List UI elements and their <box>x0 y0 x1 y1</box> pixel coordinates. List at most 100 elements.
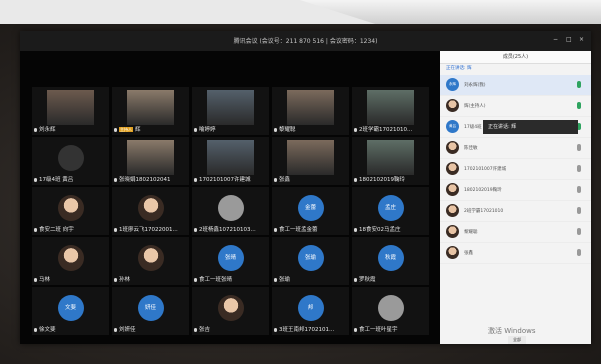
microphone-icon <box>114 327 117 332</box>
video-tile[interactable]: 喻婷婷 <box>192 87 269 135</box>
video-tile[interactable]: 孙林 <box>112 237 189 285</box>
participant-label: 刘永辉 <box>34 125 107 133</box>
video-tile[interactable]: 张吉 <box>192 287 269 335</box>
microphone-icon <box>194 227 197 232</box>
video-tile[interactable]: 妍佳 刘妍佳 <box>112 287 189 335</box>
participant-label: 2班杨鑫107210103... <box>194 225 267 233</box>
video-grid: 刘永辉 主持人辉 喻婷婷 黎耀聪 2班学霸17021010... 17级4班 黄吕 张晓娟1… <box>32 87 440 337</box>
video-tile[interactable]: 刘永辉 <box>32 87 109 135</box>
member-mic-icon[interactable] <box>577 165 581 172</box>
member-row[interactable]: 2班学霸17021010 <box>440 201 591 222</box>
member-row[interactable]: 张鑫 <box>440 243 591 264</box>
participant-label: 罗秋霞 <box>354 275 427 283</box>
member-row[interactable]: 永辉 刘永辉(我) <box>440 75 591 96</box>
microphone-icon <box>194 327 197 332</box>
participant-avatar: 秋霞 <box>377 244 404 271</box>
taskbar-button[interactable]: 全部 <box>508 336 526 344</box>
members-sidebar: 成员(25人) 正在讲话: 辉 永辉 刘永辉(我) 辉(主持人) 黄吕 17级4班 黄吕… <box>440 51 591 344</box>
camera-feed <box>367 140 414 175</box>
participant-name: 18食安02马孟庄 <box>359 227 401 233</box>
participant-avatar <box>57 194 84 221</box>
meeting-window: 腾讯会议 (会议号：211 870 516 | 会议密码：1234) − □ ×… <box>20 31 591 344</box>
participant-label: 17级4班 黄吕 <box>34 175 107 183</box>
participant-avatar <box>377 294 404 321</box>
member-avatar: 黄吕 <box>446 120 459 133</box>
participant-avatar: 妍佳 <box>137 294 164 321</box>
members-list: 永辉 刘永辉(我) 辉(主持人) 黄吕 17级4班 黄吕 陈佳敏 1702101007许建城… <box>440 75 591 264</box>
video-tile[interactable]: 邦 3班王南邦1702101... <box>272 287 349 335</box>
participant-name: 张瑜 <box>279 277 291 283</box>
participant-name: 3班王南邦1702101... <box>279 327 335 333</box>
member-mic-icon[interactable] <box>577 228 581 235</box>
member-mic-icon[interactable] <box>577 249 581 256</box>
member-mic-icon[interactable] <box>577 144 581 151</box>
microphone-icon <box>34 127 37 132</box>
participant-avatar <box>137 244 164 271</box>
video-tile[interactable]: 1802102019鞠玲 <box>352 137 429 185</box>
participant-name: 张晓娟1802102041 <box>119 177 171 183</box>
video-tile[interactable]: 食工一班叶星宇 <box>352 287 429 335</box>
participant-name: 1班廖云飞17022001... <box>119 227 178 233</box>
participant-label: 1802102019鞠玲 <box>354 175 427 183</box>
participant-label: 徐文斐 <box>34 325 107 333</box>
member-name: 黎耀聪 <box>464 230 478 235</box>
participant-avatar <box>57 244 84 271</box>
taskbar: 激活 Windows 全部 <box>438 327 588 346</box>
video-tile[interactable]: 食安二班 向宇 <box>32 187 109 235</box>
member-mic-icon[interactable] <box>577 186 581 193</box>
microphone-icon <box>114 277 117 282</box>
video-tile[interactable]: 主持人辉 <box>112 87 189 135</box>
video-tile[interactable]: 马林 <box>32 237 109 285</box>
participant-label: 18食安02马孟庄 <box>354 225 427 233</box>
member-row[interactable]: 辉(主持人) <box>440 96 591 117</box>
microphone-icon <box>34 277 37 282</box>
member-name: 刘永辉(我) <box>464 83 486 88</box>
video-tile[interactable]: 张瑜 张瑜 <box>272 237 349 285</box>
close-button[interactable]: × <box>579 36 584 43</box>
participant-avatar <box>217 194 244 221</box>
video-tile[interactable]: 张鑫 <box>272 137 349 185</box>
participant-label: 1班廖云飞17022001... <box>114 225 187 233</box>
video-tile[interactable]: 张晓娟1802102041 <box>112 137 189 185</box>
minimize-button[interactable]: − <box>553 36 558 43</box>
member-row[interactable]: 1702101007许建城 <box>440 159 591 180</box>
video-tile[interactable]: 2班学霸17021010... <box>352 87 429 135</box>
microphone-icon <box>34 227 37 232</box>
participant-name: 罗秋霞 <box>359 277 376 283</box>
camera-feed <box>207 140 254 175</box>
member-row[interactable]: 陈佳敏 <box>440 138 591 159</box>
participant-label: 食工一班张晴 <box>194 275 267 283</box>
video-tile[interactable]: 金蕾 食工一班孟金蕾 <box>272 187 349 235</box>
video-area: 刘永辉 主持人辉 喻婷婷 黎耀聪 2班学霸17021010... 17级4班 黄吕 张晓娟1… <box>20 51 440 344</box>
microphone-icon <box>274 327 277 332</box>
microphone-icon <box>354 277 357 282</box>
camera-feed <box>287 90 334 125</box>
participant-avatar: 张晴 <box>217 244 244 271</box>
participant-avatar: 文斐 <box>57 294 84 321</box>
participant-name: 食工一班孟金蕾 <box>279 227 318 233</box>
maximize-button[interactable]: □ <box>566 36 572 43</box>
member-avatar <box>446 183 459 196</box>
member-row[interactable]: 黎耀聪 <box>440 222 591 243</box>
video-tile[interactable]: 1702101007许建城 <box>192 137 269 185</box>
member-name: 辉(主持人) <box>464 104 486 109</box>
member-name: 1802102019鞠玲 <box>464 188 502 193</box>
member-mic-icon[interactable] <box>577 207 581 214</box>
participant-name: 食安二班 向宇 <box>39 227 74 233</box>
participant-label: 张吉 <box>194 325 267 333</box>
video-tile[interactable]: 秋霞 罗秋霞 <box>352 237 429 285</box>
participant-label: 刘妍佳 <box>114 325 187 333</box>
video-tile[interactable]: 孟庄 18食安02马孟庄 <box>352 187 429 235</box>
video-tile[interactable]: 文斐 徐文斐 <box>32 287 109 335</box>
participant-name: 食工一班张晴 <box>199 277 233 283</box>
video-tile[interactable]: 2班杨鑫107210103... <box>192 187 269 235</box>
member-mic-icon[interactable] <box>577 81 581 88</box>
member-mic-icon[interactable] <box>577 102 581 109</box>
video-tile[interactable]: 张晴食工一班张晴 <box>192 237 269 285</box>
member-row[interactable]: 1802102019鞠玲 <box>440 180 591 201</box>
video-tile[interactable]: 1班廖云飞17022001... <box>112 187 189 235</box>
video-tile[interactable]: 黎耀聪 <box>272 87 349 135</box>
participant-avatar: 张瑜 <box>297 244 324 271</box>
microphone-icon <box>114 127 117 132</box>
video-tile[interactable]: 17级4班 黄吕 <box>32 137 109 185</box>
